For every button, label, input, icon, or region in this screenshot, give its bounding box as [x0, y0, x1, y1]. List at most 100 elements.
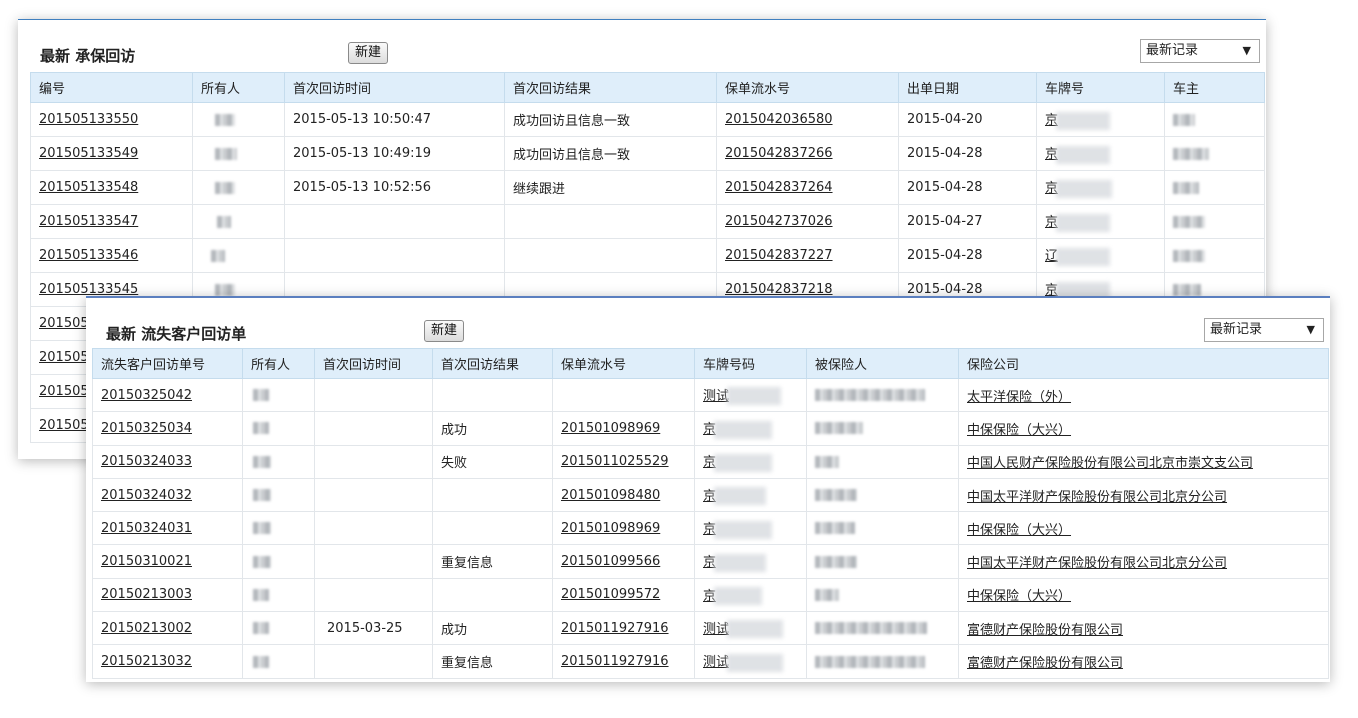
new-button[interactable]: 新建	[348, 42, 389, 64]
policy-no-link[interactable]: 201501098969	[561, 521, 660, 536]
record-id-link[interactable]: 20150324033	[101, 454, 192, 469]
policy-no-link[interactable]: 2015042036580	[725, 112, 833, 127]
policy-no-link[interactable]: 201501099566	[561, 554, 660, 569]
first-visit-time-cell: 2015-05-13 10:50:47	[284, 102, 505, 137]
record-id-link[interactable]: 201505	[39, 350, 89, 365]
insurer-link[interactable]: 太平洋保险（外）	[967, 390, 1071, 405]
table-row[interactable]: 20150325034 成功 201501098969 京 中保保险（大兴）	[92, 411, 1329, 446]
column-header[interactable]: 保险公司	[958, 348, 1329, 379]
policy-no-link[interactable]: 2015011927916	[561, 654, 669, 669]
table-row[interactable]: 20150325042 测试 太平洋保险（外）	[92, 377, 1329, 413]
insurer-link[interactable]: 中保保险（大兴）	[967, 523, 1071, 538]
column-header[interactable]: 首次回访结果	[432, 348, 553, 379]
owner-cell	[242, 377, 315, 413]
policy-no-link[interactable]: 2015011025529	[561, 454, 669, 469]
table-row[interactable]: 201505133548 2015-05-13 10:52:56 继续跟进 20150…	[30, 170, 1265, 205]
plate-link[interactable]: 京	[703, 420, 773, 439]
insurer-link[interactable]: 中保保险（大兴）	[967, 423, 1071, 438]
record-id-link[interactable]: 20150213002	[101, 621, 192, 636]
panel-title: 最新 承保回访	[40, 47, 136, 65]
column-header[interactable]: 车主	[1164, 72, 1265, 103]
table-row[interactable]: 20150324032 201501098480 京 中国太平洋财产保险股份有限公司北…	[92, 477, 1329, 513]
record-id-link[interactable]: 201505133548	[39, 180, 138, 195]
plate-link[interactable]: 京	[703, 520, 773, 539]
new-button[interactable]: 新建	[424, 320, 465, 342]
column-header[interactable]: 所有人	[242, 348, 315, 379]
record-id-link[interactable]: 20150325034	[101, 421, 192, 436]
record-id-link[interactable]: 20150324031	[101, 521, 192, 536]
policy-no-link[interactable]: 201501098480	[561, 488, 660, 503]
column-header[interactable]: 所有人	[192, 72, 285, 103]
record-id-link[interactable]: 20150324032	[101, 488, 192, 503]
plate-link[interactable]: 京	[703, 453, 773, 472]
table-row[interactable]: 20150213002 2015-03-25 成功 2015011927916 测试 富德…	[92, 611, 1329, 646]
plate-link[interactable]: 京	[1045, 111, 1111, 130]
filter-select[interactable]: 最新记录 ▼	[1204, 318, 1324, 342]
record-id-link[interactable]: 201505	[39, 384, 89, 399]
insurer-link[interactable]: 富德财产保险股份有限公司	[967, 656, 1123, 671]
insured-cell	[806, 644, 959, 679]
plate-link[interactable]: 京	[1045, 145, 1111, 164]
record-id-link[interactable]: 201505	[39, 316, 89, 331]
plate-link[interactable]: 测试	[703, 653, 784, 672]
plate-link[interactable]: 辽	[1045, 247, 1111, 266]
insurer-link[interactable]: 中国人民财产保险股份有限公司北京市崇文支公司	[967, 456, 1253, 471]
policy-no-link[interactable]: 2015011927916	[561, 621, 669, 636]
filter-select[interactable]: 最新记录 ▼	[1140, 39, 1260, 63]
policy-no-link[interactable]: 201501098969	[561, 421, 660, 436]
plate-link[interactable]: 京	[703, 553, 767, 572]
insurer-link[interactable]: 中国太平洋财产保险股份有限公司北京分公司	[967, 556, 1227, 571]
record-id-link[interactable]: 20150213003	[101, 587, 192, 602]
record-id-link[interactable]: 20150310021	[101, 554, 192, 569]
insurer-link[interactable]: 富德财产保险股份有限公司	[967, 623, 1123, 638]
plate-link[interactable]: 测试	[703, 620, 784, 639]
record-id-link[interactable]: 20150325042	[101, 388, 192, 403]
plate-link[interactable]: 京	[703, 487, 767, 506]
plate-link[interactable]: 测试	[703, 387, 782, 406]
policy-no-cell: 201501099572	[552, 577, 695, 613]
plate-link[interactable]: 京	[1045, 213, 1111, 232]
policy-no-link[interactable]: 2015042837227	[725, 248, 833, 263]
table-row[interactable]: 20150324031 201501098969 京 中保保险（大兴）	[92, 511, 1329, 546]
column-header[interactable]: 车牌号	[1036, 72, 1165, 103]
record-id-link[interactable]: 201505133549	[39, 146, 138, 161]
policy-no-link[interactable]: 2015042837266	[725, 146, 833, 161]
policy-no-link[interactable]: 2015042837264	[725, 180, 833, 195]
column-header[interactable]: 车牌号码	[694, 348, 807, 379]
record-id-link[interactable]: 201505133547	[39, 214, 138, 229]
column-header[interactable]: 出单日期	[898, 72, 1037, 103]
insurer-link[interactable]: 中保保险（大兴）	[967, 589, 1071, 604]
policy-no-link[interactable]: 2015042737026	[725, 214, 833, 229]
column-header[interactable]: 保单流水号	[552, 348, 695, 379]
table-row[interactable]: 201505133549 2015-05-13 10:49:19 成功回访且信息一致…	[30, 136, 1265, 171]
plate-link[interactable]: 京	[1045, 179, 1113, 198]
column-header[interactable]: 流失客户回访单号	[92, 348, 243, 379]
redacted-text	[253, 455, 271, 468]
column-header[interactable]: 首次回访时间	[284, 72, 505, 103]
policy-no-link[interactable]: 201501099572	[561, 587, 660, 602]
table-row[interactable]: 20150310021 重复信息 201501099566 京 中国太平洋财产保险股份有…	[92, 544, 1329, 579]
table-row[interactable]: 201505133547 2015042737026 2015-04-27 京	[30, 204, 1265, 239]
insurer-link[interactable]: 中国太平洋财产保险股份有限公司北京分公司	[967, 490, 1227, 505]
table-row[interactable]: 201505133546 2015042837227 2015-04-28 辽	[30, 238, 1265, 273]
column-header[interactable]: 保单流水号	[716, 72, 899, 103]
record-id-link[interactable]: 201505133550	[39, 112, 138, 127]
record-id-link[interactable]: 201505133545	[39, 282, 138, 297]
record-id-link[interactable]: 201505	[39, 418, 89, 433]
column-header[interactable]: 首次回访结果	[504, 72, 717, 103]
policy-no-cell: 2015042036580	[716, 102, 899, 137]
plate-link[interactable]: 京	[703, 587, 763, 606]
table-row[interactable]: 20150324033 失败 2015011025529 京 中国人民财产保险股份有限公…	[92, 444, 1329, 479]
policy-no-link[interactable]: 2015042837218	[725, 282, 833, 297]
owner-cell	[192, 136, 285, 171]
table-row[interactable]: 20150213003 201501099572 京 中保保险（大兴）	[92, 577, 1329, 613]
table-row[interactable]: 20150213032 重复信息 2015011927916 测试 富德财产保险股份有限…	[92, 644, 1329, 679]
column-header[interactable]: 编号	[30, 72, 193, 103]
record-id-link[interactable]: 20150213032	[101, 654, 192, 669]
table-header-row: 流失客户回访单号 所有人 首次回访时间 首次回访结果 保单流水号 车牌号码 被保险人 保险公司	[92, 348, 1329, 379]
column-header[interactable]: 首次回访时间	[314, 348, 433, 379]
column-header[interactable]: 被保险人	[806, 348, 959, 379]
redacted-text	[1173, 283, 1201, 296]
table-row[interactable]: 201505133550 2015-05-13 10:50:47 成功回访且信息一致…	[30, 102, 1265, 137]
record-id-link[interactable]: 201505133546	[39, 248, 138, 263]
